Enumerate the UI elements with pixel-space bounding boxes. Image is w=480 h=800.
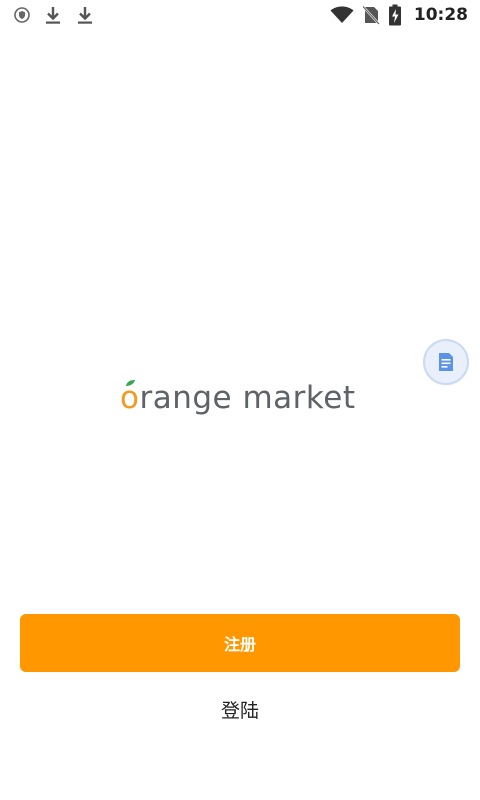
leaf-icon [126,380,135,386]
status-bar-notifications [14,4,94,26]
battery-charging-icon [388,4,402,26]
download-icon [76,5,94,25]
no-sim-icon [361,5,380,25]
status-bar-system: 10:28 [330,4,468,26]
register-button[interactable]: 注册 [20,614,460,672]
floating-note-button[interactable] [425,341,467,383]
status-time: 10:28 [413,5,468,25]
download-icon [44,5,62,25]
login-link[interactable]: 登陆 [190,696,290,726]
app-screen: 10:28 orange market 注册 登陆 [0,0,480,800]
app-logo: orange market [120,376,360,420]
register-button-label: 注册 [223,635,256,654]
document-icon [437,352,455,372]
wifi-icon [330,6,354,24]
shield-icon [14,7,30,23]
logo-accent-letter: o [120,380,140,416]
logo-text: range market [139,380,356,416]
status-bar: 10:28 [0,0,480,30]
